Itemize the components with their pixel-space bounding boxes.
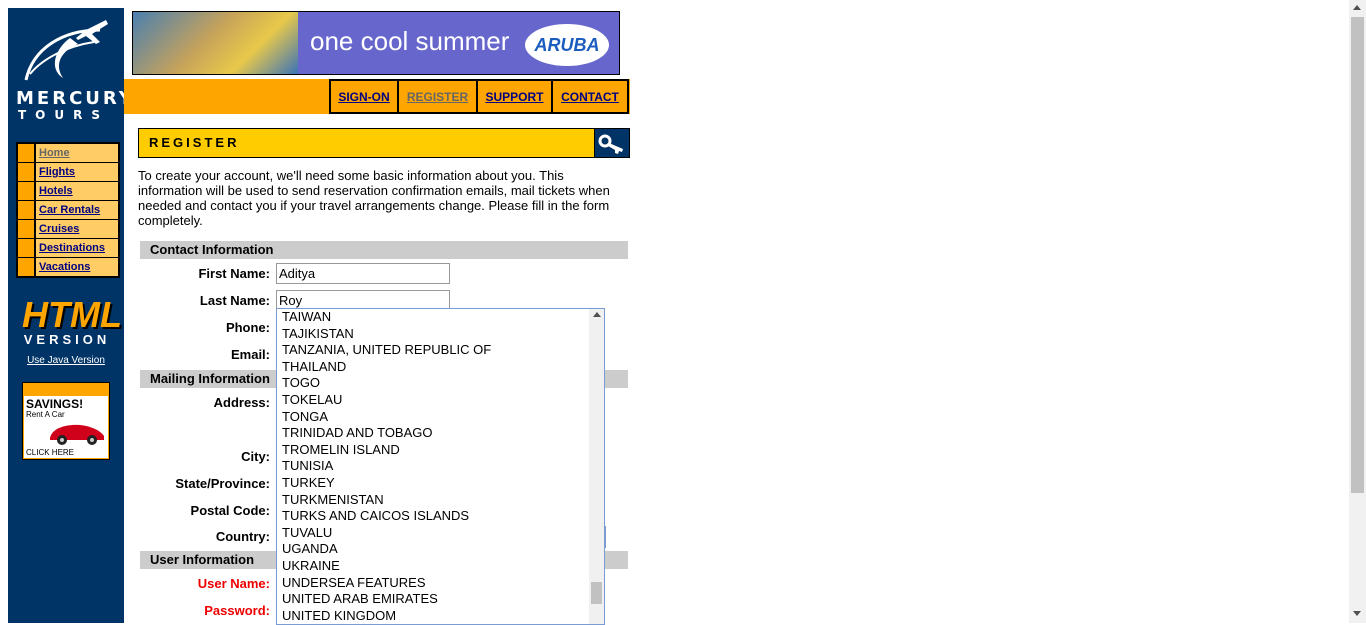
- page-scroll-up-icon[interactable]: [1353, 5, 1361, 10]
- country-option[interactable]: UGANDA: [277, 541, 604, 558]
- nav-link-car-rentals[interactable]: Car Rentals: [36, 201, 118, 219]
- nav-bullet: [18, 163, 36, 181]
- state-province-label: State/Province:: [175, 476, 270, 491]
- side-nav-item-cruises[interactable]: Cruises: [18, 220, 118, 239]
- nav-bullet: [18, 144, 36, 162]
- register-title: REGISTER: [149, 135, 240, 150]
- nav-link-destinations[interactable]: Destinations: [36, 239, 118, 257]
- aruba-logo: ARUBA: [525, 24, 609, 66]
- postal-code-label: Postal Code:: [190, 503, 270, 518]
- key-badge: [594, 128, 630, 158]
- country-option[interactable]: UNITED ARAB EMIRATES: [277, 591, 604, 608]
- ad-savings: SAVINGS!: [26, 397, 84, 411]
- brand-line2: TOURS: [18, 108, 110, 122]
- nav-link-flights[interactable]: Flights: [36, 163, 118, 181]
- left-sidebar: MERCURY TOURS Home Flights Hotels Car Re…: [8, 8, 132, 623]
- dropdown-scrollbar[interactable]: [589, 309, 604, 624]
- top-nav-register[interactable]: REGISTER: [399, 79, 478, 114]
- top-nav-contact[interactable]: CONTACT: [553, 79, 629, 114]
- country-option[interactable]: TUVALU: [277, 525, 604, 542]
- promo-banner[interactable]: one cool summer ARUBA: [132, 11, 620, 75]
- nav-bullet: [18, 239, 36, 257]
- side-nav-item-vacations[interactable]: Vacations: [18, 258, 118, 276]
- page-scrollbar[interactable]: [1349, 0, 1366, 623]
- country-option[interactable]: TONGA: [277, 409, 604, 426]
- top-nav-sign-on[interactable]: SIGN-ON: [329, 79, 399, 114]
- banner-tagline: one cool summer: [310, 26, 510, 56]
- country-option[interactable]: TRINIDAD AND TOBAGO: [277, 425, 604, 442]
- city-label: City:: [241, 449, 270, 464]
- page-scroll-thumb[interactable]: [1351, 17, 1364, 493]
- country-option[interactable]: UKRAINE: [277, 558, 604, 575]
- side-nav-item-home[interactable]: Home: [18, 144, 118, 163]
- email-label: Email:: [230, 347, 270, 362]
- country-dropdown-list[interactable]: TAIWAN TAJIKISTAN TANZANIA, UNITED REPUBLI…: [276, 308, 605, 625]
- country-option[interactable]: TOGO: [277, 375, 604, 392]
- country-option[interactable]: TAIWAN: [277, 309, 604, 326]
- country-option[interactable]: TURKEY: [277, 475, 604, 492]
- car-icon: [50, 424, 104, 445]
- register-intro: To create your account, we'll need some …: [138, 168, 610, 228]
- top-nav: SIGN-ON REGISTER SUPPORT CONTACT: [329, 79, 629, 114]
- phone-label: Phone:: [225, 320, 270, 335]
- first-name-label: First Name:: [198, 266, 270, 281]
- password-label: Password:: [204, 603, 270, 618]
- username-label: User Name:: [197, 576, 270, 591]
- country-option[interactable]: THAILAND: [277, 359, 604, 376]
- top-nav-support[interactable]: SUPPORT: [478, 79, 553, 114]
- side-nav-item-flights[interactable]: Flights: [18, 163, 118, 182]
- country-option[interactable]: TURKMENISTAN: [277, 492, 604, 509]
- brand-line1: MERCURY: [16, 88, 135, 109]
- country-option[interactable]: TUNISIA: [277, 458, 604, 475]
- nav-bullet: [18, 201, 36, 219]
- country-label: Country:: [215, 529, 270, 544]
- nav-link-cruises[interactable]: Cruises: [36, 220, 118, 238]
- banner-photo: [133, 12, 298, 74]
- country-option[interactable]: TAJIKISTAN: [277, 326, 604, 343]
- java-version-link[interactable]: Use Java Version: [8, 355, 124, 366]
- side-nav-item-hotels[interactable]: Hotels: [18, 182, 118, 201]
- ad-click-here: CLICK HERE: [26, 448, 75, 457]
- country-options: TAIWAN TAJIKISTAN TANZANIA, UNITED REPUBLI…: [277, 309, 604, 624]
- side-nav-item-destinations[interactable]: Destinations: [18, 239, 118, 258]
- country-option[interactable]: UNITED KINGDOM: [277, 608, 604, 624]
- country-option[interactable]: TROMELIN ISLAND: [277, 442, 604, 459]
- section-contact-information: Contact Information: [140, 241, 628, 259]
- rent-a-car-ad[interactable]: SAVINGS! Rent A Car CLICK HERE: [22, 382, 110, 460]
- nav-bullet: [18, 258, 36, 276]
- html-version-badge: HTML VERSION: [22, 294, 122, 348]
- side-nav: Home Flights Hotels Car Rentals Cruises …: [16, 142, 120, 278]
- country-option[interactable]: TOKELAU: [277, 392, 604, 409]
- plane-logo-icon: [24, 20, 108, 81]
- nav-bullet: [18, 182, 36, 200]
- country-option[interactable]: UNDERSEA FEATURES: [277, 575, 604, 592]
- ad-body: SAVINGS! Rent A Car CLICK HERE: [24, 396, 108, 458]
- html-version-big: HTML: [22, 294, 122, 335]
- nav-bullet: [18, 220, 36, 238]
- country-option[interactable]: TURKS AND CAICOS ISLANDS: [277, 508, 604, 525]
- country-option[interactable]: TANZANIA, UNITED REPUBLIC OF: [277, 342, 604, 359]
- page-scroll-down-icon[interactable]: [1353, 611, 1361, 616]
- html-version-small: VERSION: [23, 332, 111, 347]
- address-label: Address:: [213, 395, 270, 410]
- scroll-up-arrow-icon[interactable]: [593, 312, 601, 317]
- dropdown-scroll-thumb[interactable]: [591, 582, 602, 604]
- mercury-tours-logo[interactable]: MERCURY TOURS: [8, 8, 132, 138]
- key-icon: [598, 134, 623, 154]
- first-name-field[interactable]: [276, 263, 450, 284]
- side-nav-item-car-rentals[interactable]: Car Rentals: [18, 201, 118, 220]
- register-header: REGISTER: [138, 128, 596, 158]
- last-name-label: Last Name:: [199, 293, 270, 308]
- nav-link-home[interactable]: Home: [36, 144, 118, 162]
- nav-link-vacations[interactable]: Vacations: [36, 258, 118, 276]
- nav-link-hotels[interactable]: Hotels: [36, 182, 118, 200]
